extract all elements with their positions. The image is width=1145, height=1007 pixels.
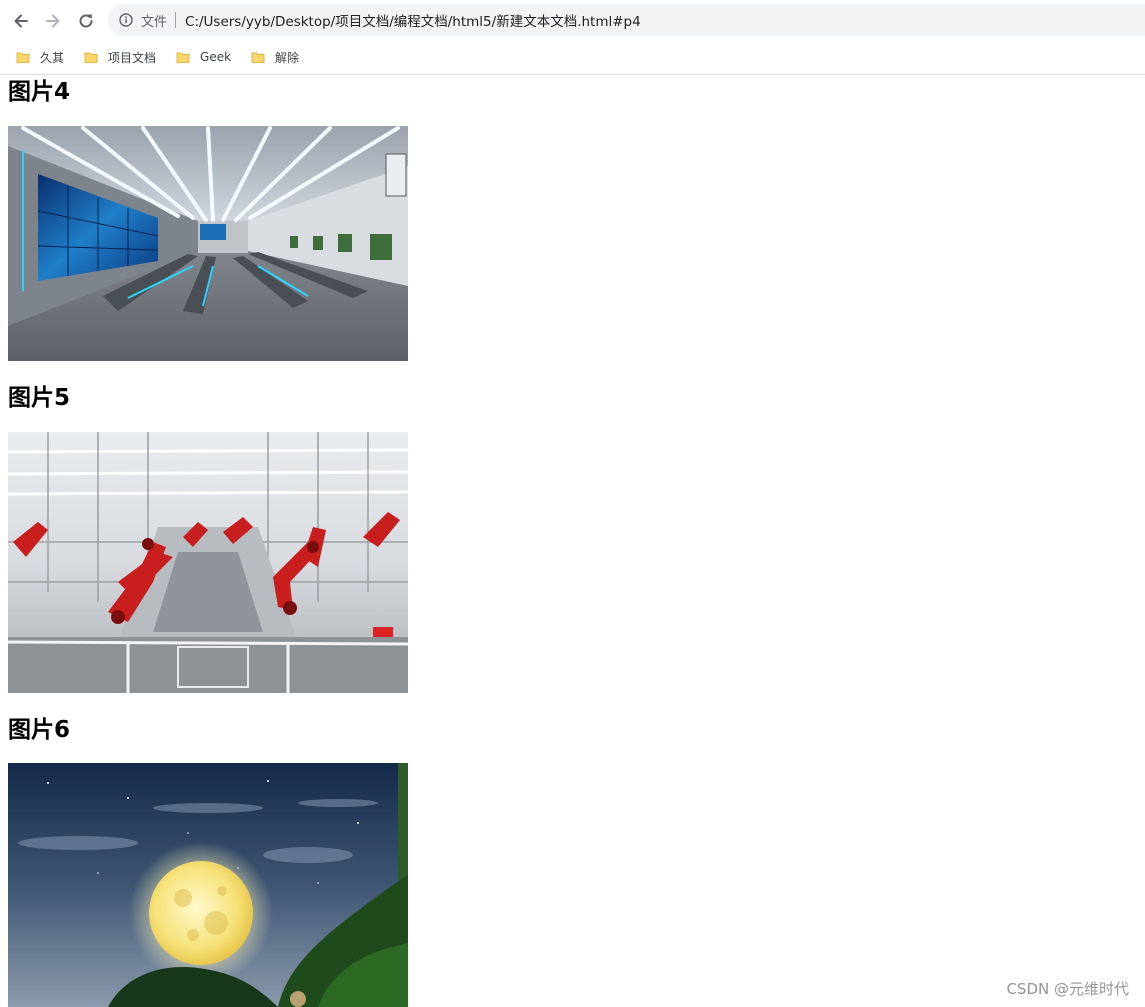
full-moon-image (8, 763, 408, 1007)
bookmark-label: 项目文档 (108, 50, 157, 65)
url-text[interactable]: C:/Users/yyb/Desktop/项目文档/编程文档/html5/新建文… (185, 10, 641, 30)
scheme-label: 文件 (141, 14, 168, 30)
forward-button[interactable] (40, 8, 66, 34)
bookmark-item[interactable]: 解除 (245, 44, 305, 70)
section-heading: 图片5 (8, 385, 71, 411)
section-heading: 图片6 (8, 717, 71, 743)
address-bar[interactable]: 文件 C:/Users/yyb/Desktop/项目文档/编程文档/html5/… (108, 4, 1145, 36)
assembly-line-image (8, 432, 408, 693)
folder-icon (176, 50, 190, 64)
folder-icon (84, 50, 98, 64)
bookmarks-bar: 久其 项目文档 Geek 解除 (0, 40, 1145, 75)
reload-icon (79, 14, 93, 28)
info-circle-icon[interactable] (119, 13, 133, 27)
reload-button[interactable] (73, 8, 99, 34)
arrow-right-icon (46, 14, 60, 28)
bookmark-label: 久其 (40, 50, 65, 65)
control-room-image (8, 126, 408, 361)
page-content[interactable]: 图片4 图片5 图片6 (0, 75, 1145, 1007)
browser-toolbar: 文件 C:/Users/yyb/Desktop/项目文档/编程文档/html5/… (0, 0, 1145, 40)
bookmark-item[interactable]: 项目文档 (78, 44, 162, 70)
back-button[interactable] (8, 8, 34, 34)
watermark: CSDN @元维时代 (1006, 980, 1129, 998)
folder-icon (251, 50, 265, 64)
bookmark-item[interactable]: Geek (170, 44, 237, 70)
bookmark-label: 解除 (275, 50, 300, 65)
arrow-left-icon (14, 14, 28, 28)
address-separator (175, 12, 177, 28)
bookmark-item[interactable]: 久其 (10, 44, 70, 70)
folder-icon (16, 50, 30, 64)
bookmark-label: Geek (200, 50, 232, 64)
section-heading: 图片4 (8, 79, 71, 105)
